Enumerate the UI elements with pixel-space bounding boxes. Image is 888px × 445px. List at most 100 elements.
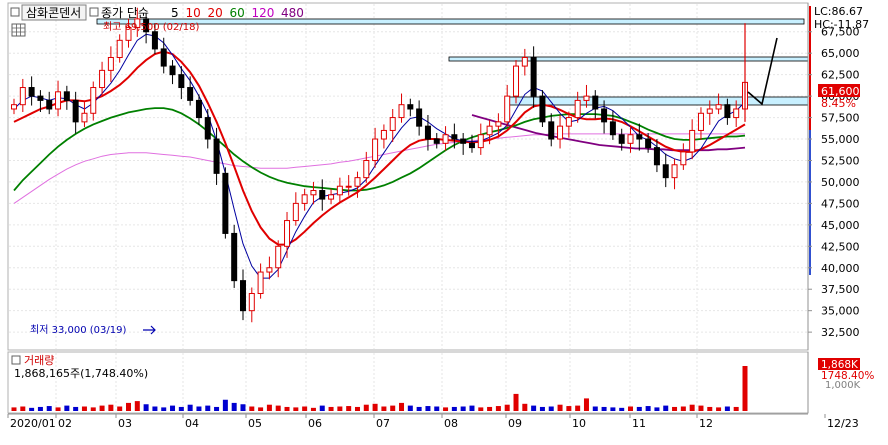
candle-body [178,74,185,89]
y-tick-label: 65,000 [821,47,860,60]
volume-bar [707,406,713,411]
ma-period-label[interactable]: 120 [252,6,275,20]
candle-body [433,138,440,144]
candle-body [451,134,458,140]
volume-bar [37,406,43,411]
volume-bar [222,399,228,411]
chart-canvas: 삼화콘덴서 종가 단순 5 10 20 60 120 480 최고 69,500 (02/… [7,2,874,430]
volume-bar [29,407,35,411]
volume-bar [689,404,695,411]
lc-label: LC:86.67 [814,5,863,18]
volume-bar [390,405,396,411]
candle-body [116,39,123,58]
volume-bar [310,407,316,411]
ma-period-label[interactable]: 10 [186,6,201,20]
candle-body [239,280,246,312]
candle-body [636,134,643,140]
candle-body [380,129,387,140]
candle-body [345,185,352,188]
y-tick-label: 52,500 [821,154,860,167]
candle-body [407,104,414,110]
candle-body [46,99,53,110]
candle-body [204,117,211,140]
volume-bar [566,406,572,411]
candle-body [557,125,564,140]
candle-body [63,91,70,101]
candle-body [521,56,528,67]
volume-bar [416,406,422,411]
volume-bar [346,406,352,411]
candle-body [372,138,379,161]
grid-toggle-icon[interactable] [11,23,26,37]
volume-bar [170,405,176,411]
volume-bar [513,393,519,411]
volume-bar [293,407,299,411]
volume-bar [443,407,449,411]
volume-bar [117,406,123,411]
candle-body [107,56,114,71]
y-tick-label: 47,500 [821,197,860,210]
x-tick-label: 11 [632,417,646,430]
candle-body [11,104,17,110]
candle-body [169,65,176,76]
volume-bar [680,406,686,411]
volume-bar [73,406,79,411]
volume-bar [381,406,387,411]
volume-bar [240,404,246,411]
candle-body [618,134,625,144]
candle-body [363,159,370,179]
candle-body [222,172,229,234]
x-tick-label: 2020/01 [10,417,56,430]
candle-body [310,190,317,196]
y-tick-label: 37,500 [821,283,860,296]
volume-bar [134,401,140,411]
volume-bar [592,406,598,411]
volume-bar [601,406,607,411]
volume-bar [372,403,378,411]
candle-body [19,87,26,106]
x-tick-label: 05 [248,417,262,430]
y-tick-label: 50,000 [821,176,860,189]
high-annotation: 최고 69,500 (02/18) [103,21,199,33]
volume-bar [469,405,475,411]
settings-square-icon[interactable] [10,7,20,17]
volume-bar [249,406,255,411]
stock-chart-app: 삼화콘덴서 종가 단순 5 10 20 60 120 480 최고 69,500 (02/… [0,0,888,441]
candle-body [319,190,326,200]
volume-bar [451,406,457,411]
candle-body [354,177,361,187]
volume-bar [522,403,528,411]
ma-period-label[interactable]: 5 [171,6,179,20]
volume-bar [724,406,730,411]
volume-axis-label: 1,000K [825,380,861,391]
ma-period-label[interactable]: 480 [281,6,304,20]
candle-body [99,69,106,89]
candle-body [601,108,608,123]
candle-body [284,220,291,247]
candle-body [627,134,634,144]
candle-body [213,138,220,174]
volume-bar [90,407,96,411]
volume-bar [663,405,669,411]
volume-square-icon[interactable] [11,355,21,365]
stock-name: 삼화콘덴서 [26,6,81,20]
volume-bar [55,407,61,411]
candle-body [680,151,687,166]
candle-body [37,95,44,101]
volume-bar [266,404,272,411]
candle-body [424,125,431,140]
volume-bar [20,406,26,411]
ma-period-label[interactable]: 60 [230,6,245,20]
x-tick-label: 07 [376,417,390,430]
candle-body [187,87,194,101]
x-tick-label: 12/23 [827,417,859,430]
pct-badge-text: 8.45% [821,97,856,110]
volume-bar [460,406,466,411]
y-tick-label: 55,000 [821,133,860,146]
indicator-square-icon[interactable] [89,7,99,17]
volume-bar [495,406,501,411]
volume-bar [531,405,537,411]
volume-bar [610,407,616,411]
candle-body [275,245,282,269]
ma-period-label[interactable]: 20 [208,6,223,20]
